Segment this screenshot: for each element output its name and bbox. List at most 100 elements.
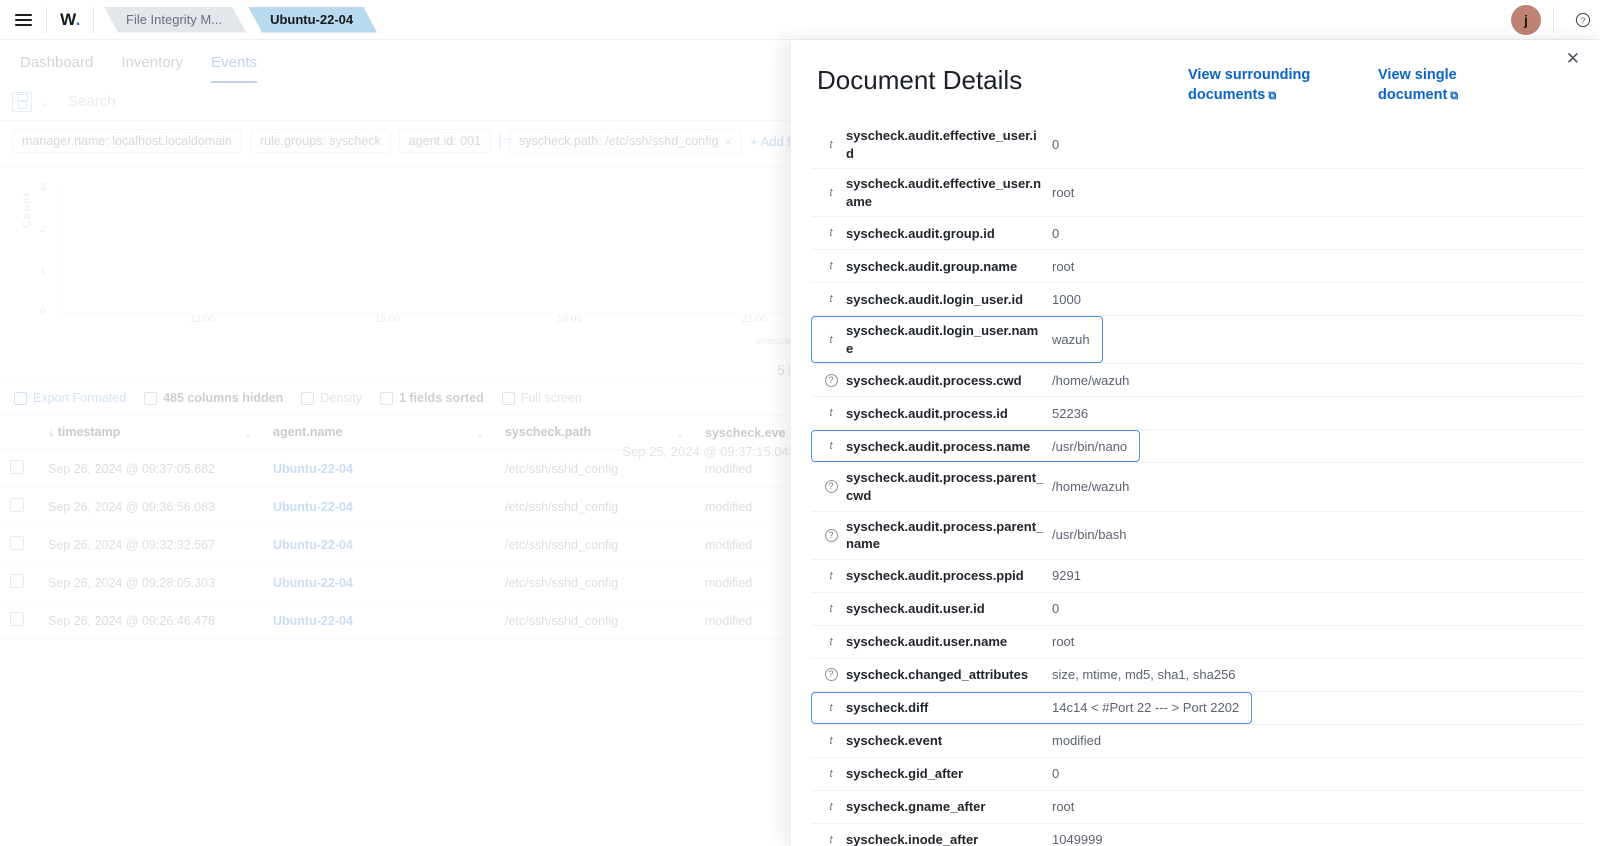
document-field-row[interactable]: t syscheck.audit.login_user.name wazuh [811, 316, 1582, 365]
events-histogram-chart: Count 3 2 1 0 12:00 15:00 18:00 21:00 ti… [0, 167, 810, 357]
view-surrounding-documents-link[interactable]: View surrounding documents ⧉ [1188, 66, 1338, 105]
expand-document-icon[interactable] [10, 498, 24, 512]
document-field-row[interactable]: ? syscheck.audit.process.cwd/home/wazuh [811, 364, 1582, 398]
filter-pill-rule-groups[interactable]: rule.groups: syscheck [249, 129, 391, 153]
document-field-row[interactable]: ? syscheck.audit.process.parent_cwd/home/… [811, 463, 1582, 512]
expand-row-cell[interactable] [0, 601, 38, 640]
expand-row-cell[interactable] [0, 487, 38, 526]
document-field-row[interactable]: ? syscheck.changed_attributes size, mtime,… [811, 659, 1582, 692]
document-field-name: syscheck.diff [846, 699, 929, 715]
expand-document-icon[interactable] [10, 460, 24, 474]
link-label: View surrounding documents [1188, 67, 1311, 103]
expand-document-icon[interactable] [10, 536, 24, 550]
document-field-row[interactable]: t syscheck.audit.effective_user.id 0 [811, 121, 1582, 170]
chart-x-axis [58, 313, 810, 314]
document-field-value: modified [1052, 732, 1102, 748]
expand-document-icon[interactable] [10, 612, 24, 626]
document-field-row[interactable]: t syscheck.audit.process.name/usr/bin/nan… [811, 430, 1582, 464]
chevron-down-icon[interactable]: ⌄ [243, 425, 253, 440]
grid-toolbar: Export Formated 485 columns hidden Densi… [0, 380, 810, 415]
document-field-row[interactable]: t syscheck.audit.login_user.id 1000 [811, 283, 1582, 317]
tab-events[interactable]: Events [211, 54, 257, 83]
filter-pill-manager-name[interactable]: manager.name: localhost.localdomain [12, 129, 242, 153]
tab-dashboard[interactable]: Dashboard [20, 54, 93, 83]
document-field-row[interactable]: t syscheck.inode_after 1049999 [811, 824, 1582, 846]
question-mark-icon: ? [824, 528, 838, 542]
chevron-down-icon[interactable]: ⌄ [40, 95, 50, 109]
document-field-row[interactable]: t syscheck.audit.group.name root [811, 250, 1582, 284]
tab-inventory[interactable]: Inventory [121, 54, 183, 83]
table-row[interactable]: Sep 26, 2024 @ 09:26:46.478 Ubuntu-22-04… [0, 601, 810, 640]
text-field-type-icon: t [829, 440, 833, 453]
breadcrumb-item-app[interactable]: File Integrity M... [104, 7, 246, 33]
close-icon[interactable]: ✕ [1566, 50, 1580, 67]
cell-agent-name[interactable]: Ubuntu-22-04 [263, 563, 495, 602]
table-row[interactable]: Sep 26, 2024 @ 09:32:32.567 Ubuntu-22-04… [0, 525, 810, 564]
text-field-type-icon: t [829, 333, 833, 346]
document-field-name: syscheck.event [846, 732, 943, 748]
filter-pill-agent-id[interactable]: agent.id: 001 [398, 129, 492, 153]
document-field-row[interactable]: t syscheck.event modified [811, 725, 1582, 758]
view-single-document-link[interactable]: View single document ⧉ [1378, 66, 1528, 105]
question-mark-icon: ? [824, 373, 838, 387]
chart-y-axis-label: Count [22, 191, 33, 228]
divider [93, 6, 94, 33]
document-field-row[interactable]: t syscheck.audit.effective_user.name root [811, 169, 1582, 218]
expand-row-cell[interactable] [0, 449, 38, 488]
document-field-row-spacer [1101, 397, 1582, 429]
search-input[interactable]: Search [68, 93, 116, 110]
hits-date-range: Sep 25, 2024 @ 09:37:15.043 [622, 444, 796, 459]
brand-letter: W [60, 9, 76, 29]
text-field-type-icon: t [829, 635, 833, 648]
export-formated-button[interactable]: Export Formated [14, 391, 126, 405]
toolbar-label: Density [320, 391, 362, 405]
cell-syscheck-path: /etc/ssh/sshd_config [495, 487, 695, 526]
avatar[interactable]: j [1511, 4, 1541, 35]
text-field-type-icon: t [829, 569, 833, 582]
table-row[interactable]: Sep 26, 2024 @ 09:28:05.303 Ubuntu-22-04… [0, 563, 810, 602]
wazuh-logo[interactable]: W. [47, 10, 93, 30]
column-header-timestamp[interactable]: ↓ timestamp ⌄ [38, 415, 263, 450]
svg-text:?: ? [1581, 16, 1586, 25]
hamburger-menu-icon[interactable] [0, 13, 46, 26]
document-field-row[interactable]: t syscheck.audit.group.id 0 [811, 217, 1582, 251]
breadcrumb-item-agent[interactable]: Ubuntu-22-04 [248, 7, 377, 33]
help-icon[interactable]: ? [1566, 12, 1600, 28]
document-field-row-content: t syscheck.diff 14c14 < #Port 22 --- > Por… [811, 691, 1253, 724]
expand-row-cell[interactable] [0, 525, 38, 564]
cell-agent-name[interactable]: Ubuntu-22-04 [263, 525, 495, 564]
density-button[interactable]: Density [301, 391, 362, 405]
full-screen-button[interactable]: Full screen [501, 391, 582, 405]
chevron-down-icon[interactable]: ⌄ [475, 425, 485, 440]
document-field-row[interactable]: t syscheck.audit.process.ppid 9291 [811, 560, 1582, 593]
cell-agent-name[interactable]: Ubuntu-22-04 [263, 601, 495, 640]
cell-agent-name[interactable]: Ubuntu-22-04 [263, 487, 495, 526]
close-icon[interactable]: × [724, 134, 732, 149]
document-field-row[interactable]: t syscheck.diff 14c14 < #Port 22 --- > Por… [811, 691, 1582, 725]
column-label: syscheck.path [505, 425, 592, 439]
filter-options-icon[interactable] [499, 132, 513, 150]
document-field-row-spacer [1249, 659, 1582, 691]
document-field-name: syscheck.audit.login_user.id [846, 291, 1024, 307]
filter-pill-syscheck-path[interactable]: syscheck.path: /etc/ssh/sshd_config × [509, 128, 743, 154]
sort-icon [379, 391, 393, 405]
fields-sorted-button[interactable]: 1 fields sorted [379, 391, 484, 405]
document-field-row-content: ? syscheck.audit.process.parent_cwd/home/… [811, 463, 1142, 510]
expand-row-cell[interactable] [0, 563, 38, 602]
document-field-row[interactable]: t syscheck.gid_after 0 [811, 758, 1582, 791]
column-header-agent-name[interactable]: agent.name ⌄ [263, 415, 495, 450]
document-field-row[interactable]: t syscheck.gname_after root [811, 791, 1582, 824]
document-field-row[interactable]: t syscheck.audit.user.id 0 [811, 593, 1582, 626]
save-query-icon[interactable] [12, 91, 32, 112]
chevron-down-icon[interactable]: ⌄ [675, 425, 685, 440]
table-row[interactable]: Sep 26, 2024 @ 09:36:56.083 Ubuntu-22-04… [0, 487, 810, 526]
cell-syscheck-path: /etc/ssh/sshd_config [495, 525, 695, 564]
document-field-row[interactable]: ? syscheck.audit.process.parent_name/usr/… [811, 512, 1582, 560]
document-field-row[interactable]: t syscheck.audit.process.id 52236 [811, 397, 1582, 431]
columns-hidden-button[interactable]: 485 columns hidden [144, 391, 283, 405]
cell-timestamp: Sep 26, 2024 @ 09:37:05.682 [38, 449, 263, 488]
cell-agent-name[interactable]: Ubuntu-22-04 [263, 449, 495, 488]
expand-document-icon[interactable] [10, 574, 24, 588]
document-field-list[interactable]: t syscheck.audit.effective_user.id 0 t sysch… [791, 121, 1600, 846]
document-field-row[interactable]: t syscheck.audit.user.name root [811, 626, 1582, 659]
